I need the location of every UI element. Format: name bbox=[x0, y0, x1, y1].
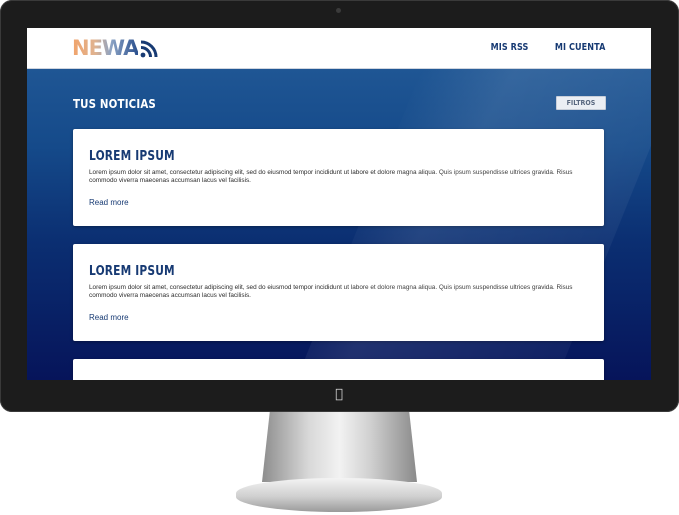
news-feed[interactable]: TUS NOTICIAS FILTROS LOREM IPSUM Lorem i… bbox=[27, 69, 651, 380]
apple-logo-icon:  bbox=[332, 388, 346, 402]
monitor-frame: NEWA MIS RSS MI CUENTA TUS NOTICIAS FILT… bbox=[0, 0, 679, 412]
nav-mis-rss[interactable]: MIS RSS bbox=[491, 42, 529, 53]
site-header: NEWA MIS RSS MI CUENTA bbox=[27, 28, 651, 69]
article-summary: Lorem ipsum dolor sit amet, consectetur … bbox=[89, 284, 573, 300]
camera-dot bbox=[336, 8, 341, 13]
article-card-partial[interactable] bbox=[73, 359, 604, 380]
logo-text: NEWA bbox=[72, 36, 139, 60]
article-summary: Lorem ipsum dolor sit amet, consectetur … bbox=[89, 169, 573, 185]
read-more-link[interactable]: Read more bbox=[89, 198, 129, 207]
wifi-signal-icon bbox=[141, 40, 158, 58]
article-card[interactable]: LOREM IPSUM Lorem ipsum dolor sit amet, … bbox=[73, 244, 604, 341]
filters-button-label: FILTROS bbox=[566, 99, 596, 107]
main-nav: MIS RSS MI CUENTA bbox=[484, 42, 605, 53]
article-title[interactable]: LOREM IPSUM bbox=[89, 149, 175, 164]
monitor-stand bbox=[262, 412, 417, 482]
page-title: TUS NOTICIAS bbox=[73, 96, 156, 111]
browser-screen: NEWA MIS RSS MI CUENTA TUS NOTICIAS FILT… bbox=[27, 28, 651, 380]
site-logo[interactable]: NEWA bbox=[72, 36, 161, 60]
filters-button[interactable]: FILTROS bbox=[556, 96, 606, 110]
read-more-link[interactable]: Read more bbox=[89, 313, 129, 322]
monitor-stand-base bbox=[236, 478, 442, 512]
article-card[interactable]: LOREM IPSUM Lorem ipsum dolor sit amet, … bbox=[73, 129, 604, 226]
article-title[interactable]: LOREM IPSUM bbox=[89, 264, 175, 279]
nav-mi-cuenta[interactable]: MI CUENTA bbox=[554, 42, 605, 53]
